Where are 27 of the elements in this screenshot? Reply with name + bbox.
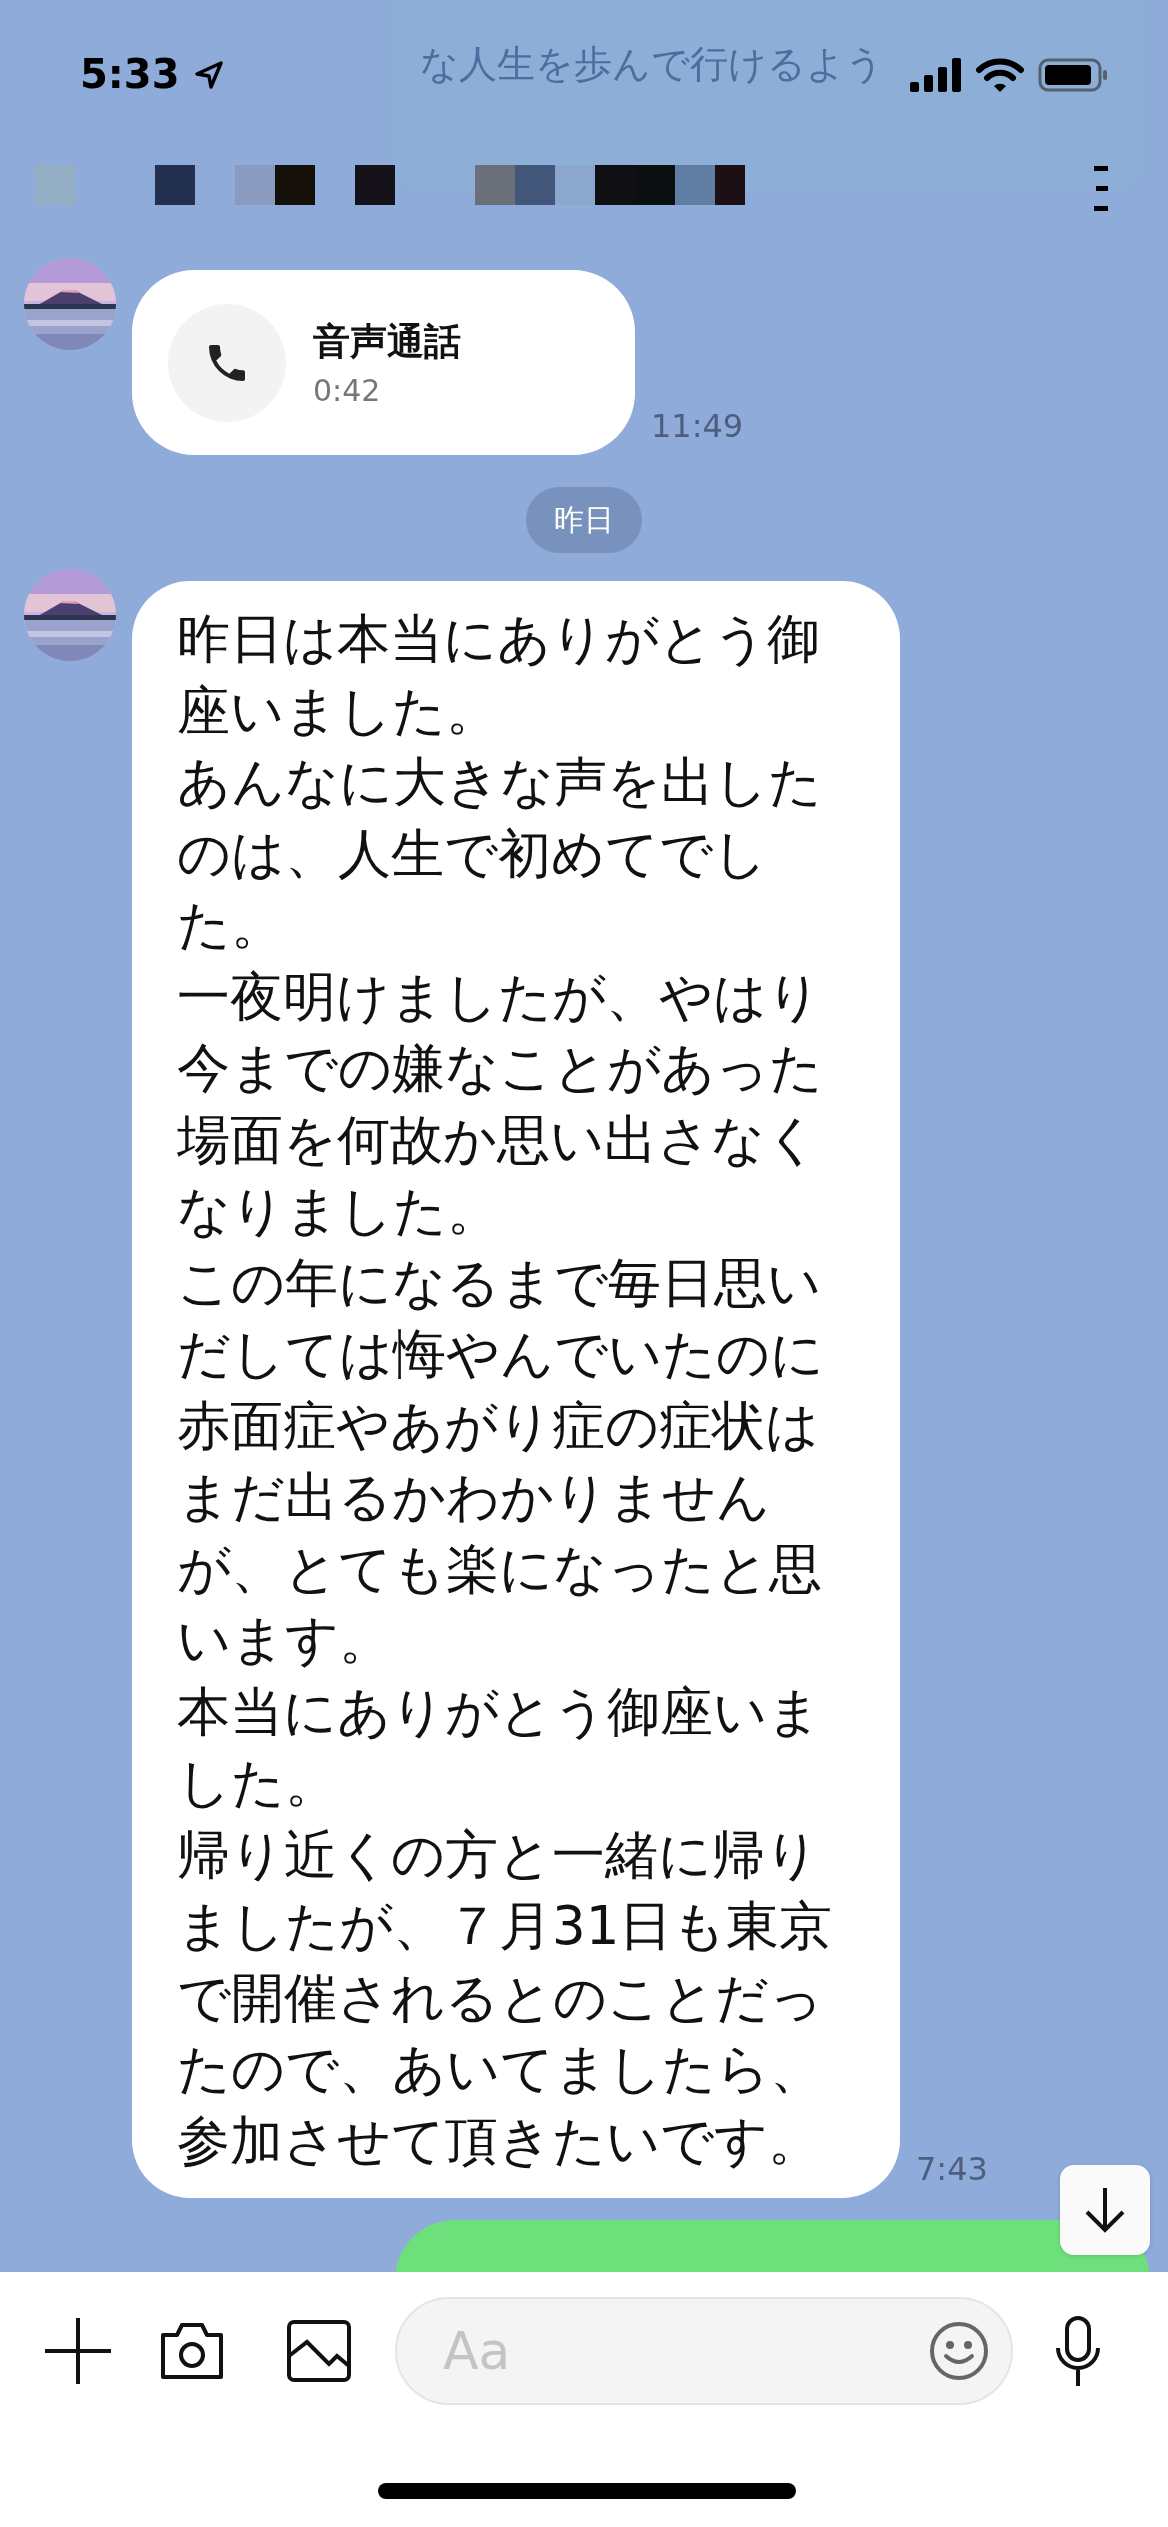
wifi-icon <box>976 58 1024 94</box>
date-chip: 昨日 <box>526 487 642 553</box>
message-text: 赤面症やあがり症の症状はまだ出るかわかりませんが、とても楽になったと思います。 <box>177 1393 823 1672</box>
smiley-icon[interactable] <box>929 2321 989 2381</box>
down-arrow-icon <box>1083 2186 1127 2234</box>
call-bubble[interactable]: 音声通話 0:42 <box>132 270 635 455</box>
microphone-icon[interactable] <box>1055 2316 1101 2386</box>
menu-icon[interactable] <box>1094 166 1110 214</box>
notification-text: な人生を歩んで行けるよう <box>420 42 884 86</box>
location-arrow-icon <box>193 60 224 90</box>
message-text: 帰り近くの方と一緒に帰りましたが、７月31日も東京で開催されるとのことだったので、あいてましたら、参加させて頂きたいです。 <box>177 1822 834 2173</box>
plus-icon[interactable] <box>45 2318 111 2384</box>
message-time: 7:43 <box>916 2150 988 2188</box>
message-text: 本当にありがとう御座いました。 <box>177 1679 822 1815</box>
call-title: 音声通話 <box>313 319 461 365</box>
image-icon[interactable] <box>287 2320 351 2382</box>
message-text: 一夜明けましたが、やはり今までの嫌なことがあった場面を何故か思い出さなくなりました。 <box>177 964 824 1243</box>
camera-icon[interactable] <box>159 2321 225 2381</box>
signal-icon <box>910 58 962 92</box>
message-time: 11:49 <box>651 407 744 445</box>
message-text: 昨日は本当にありがとう御座いました。 <box>177 607 821 743</box>
message-text: この年になるまで毎日思いだしては悔やんでいたのに <box>177 1250 825 1386</box>
battery-icon <box>1038 58 1108 92</box>
scroll-down-button[interactable] <box>1060 2165 1150 2255</box>
status-time: 5:33 <box>80 52 180 96</box>
call-duration: 0:42 <box>313 373 382 408</box>
message-text: あんなに大きな声を出したのは、人生で初めてでした。 <box>177 750 823 957</box>
